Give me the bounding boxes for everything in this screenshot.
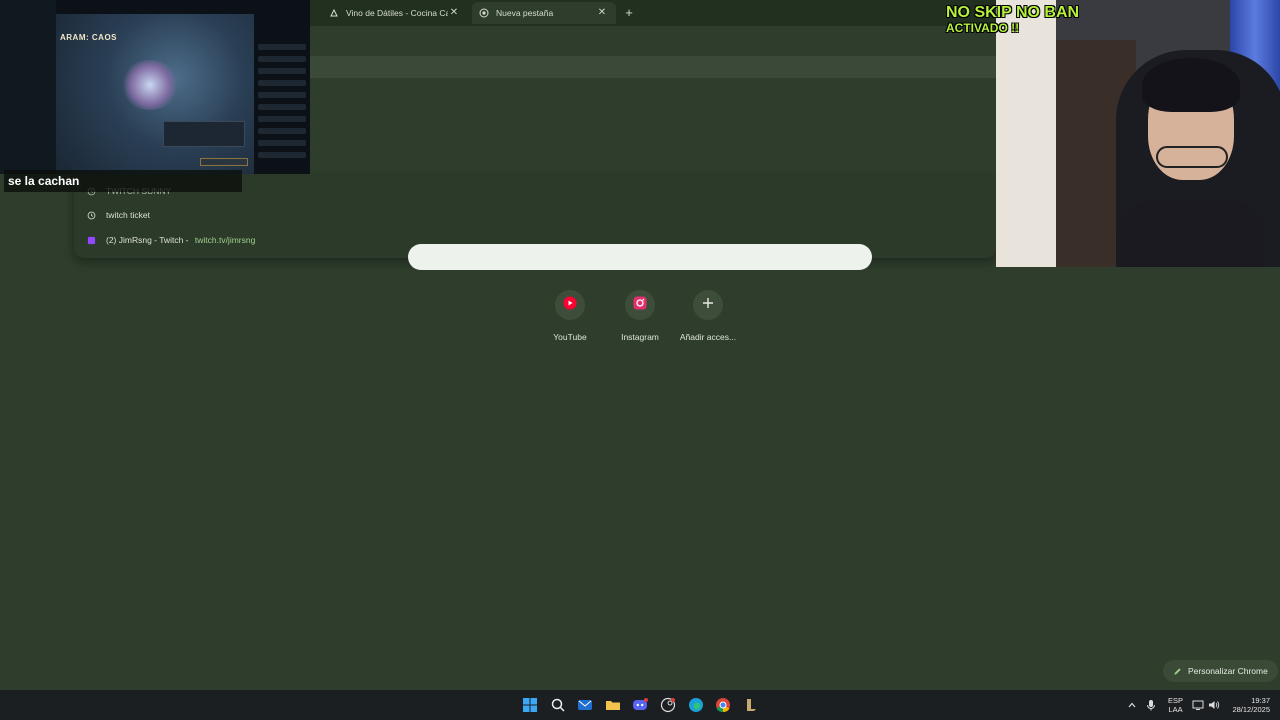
shortcut-tile	[693, 290, 723, 320]
windows-start-icon[interactable]	[520, 695, 540, 715]
suggestion-separator: -	[183, 235, 191, 245]
caption-text: se la cachan	[8, 174, 80, 188]
history-icon	[86, 210, 96, 220]
cam-person-body	[1116, 200, 1266, 267]
suggestion-item[interactable]: twitch ticket	[86, 206, 150, 224]
instagram-icon	[633, 296, 647, 315]
customize-label: Personalizar Chrome	[1188, 666, 1268, 676]
friend-row	[258, 56, 306, 62]
friend-row	[258, 128, 306, 134]
game-overlay: ARAM: CAOS	[0, 0, 310, 174]
twitch-icon	[86, 235, 96, 245]
plus-icon	[702, 296, 714, 314]
champion-sprite	[120, 60, 180, 110]
customize-chrome-button[interactable]: Personalizar Chrome	[1163, 660, 1278, 682]
tab-title: Nueva pestaña	[496, 8, 554, 18]
pencil-icon	[1173, 667, 1182, 676]
friend-row	[258, 80, 306, 86]
edge-icon[interactable]	[686, 695, 706, 715]
suggestion-item[interactable]: (2) JimRsng - Twitch - twitch.tv/jimrsng	[86, 231, 255, 249]
discord-icon[interactable]	[630, 695, 650, 715]
add-shortcut-button[interactable]: Añadir acces...	[673, 290, 743, 342]
cam-person-hair	[1142, 58, 1240, 112]
shortcut-tile	[625, 290, 655, 320]
microphone-icon[interactable]	[1141, 695, 1161, 715]
friend-row	[258, 140, 306, 146]
game-left-panel	[0, 0, 56, 174]
lang-primary: ESP	[1168, 696, 1184, 705]
taskbar: ESP LAA 19:37 28/12/2025	[0, 690, 1280, 720]
newtab-search-box[interactable]	[408, 244, 872, 270]
volume-icon[interactable]	[1204, 695, 1224, 715]
close-icon[interactable]: ✕	[596, 7, 608, 19]
friend-row	[258, 152, 306, 158]
tab-nueva-pestana[interactable]: Nueva pestaña ✕	[472, 2, 616, 24]
shortcut-tile	[555, 290, 585, 320]
shortcut-youtube[interactable]: YouTube	[535, 290, 605, 342]
new-tab-button[interactable]: +	[620, 4, 638, 22]
shortcut-label: YouTube	[553, 332, 587, 342]
stream-banner: NO SKIP NO BAN ACTIVADO !!	[946, 4, 1126, 35]
youtube-icon	[563, 296, 577, 315]
league-client-icon[interactable]	[741, 695, 761, 715]
recipe-icon	[328, 7, 340, 19]
suggestion-text: (2) JimRsng - Twitch	[106, 235, 184, 245]
suggestion-text: twitch ticket	[106, 210, 150, 220]
tab-vino-de-datiles[interactable]: Vino de Dátiles - Cocina Calcula ✕	[322, 2, 468, 24]
suggestion-url: twitch.tv/jimrsng	[194, 235, 256, 245]
shortcut-label: Añadir acces...	[679, 332, 737, 342]
game-friends-panel	[254, 0, 310, 174]
steam-icon[interactable]	[658, 695, 678, 715]
stream-caption: se la cachan	[4, 170, 242, 192]
friend-row	[258, 104, 306, 110]
game-button	[200, 158, 248, 166]
friend-row	[258, 44, 306, 50]
cam-person-glasses	[1156, 146, 1228, 168]
friend-row	[258, 92, 306, 98]
system-clock[interactable]: 19:37 28/12/2025	[1226, 690, 1270, 720]
clock-time: 19:37	[1251, 696, 1270, 705]
shortcut-instagram[interactable]: Instagram	[605, 290, 675, 342]
shortcut-label: Instagram	[621, 332, 659, 342]
close-icon[interactable]: ✕	[448, 7, 460, 19]
chrome-newtab-icon	[478, 7, 490, 19]
banner-line-1: NO SKIP NO BAN	[946, 4, 1080, 21]
lang-secondary: LAA	[1168, 705, 1183, 714]
friend-row	[258, 68, 306, 74]
outlook-icon[interactable]	[575, 695, 595, 715]
file-explorer-icon[interactable]	[603, 695, 623, 715]
webcam-overlay	[996, 0, 1280, 267]
game-popup	[163, 121, 245, 147]
cam-wall	[996, 0, 1056, 267]
banner-line-2: ACTIVADO !!	[946, 21, 1020, 35]
friend-row	[258, 116, 306, 122]
tab-title: Vino de Dátiles - Cocina Calcula	[346, 8, 448, 18]
address-bar[interactable]	[310, 56, 996, 78]
chevron-up-icon[interactable]	[1122, 695, 1142, 715]
language-indicator[interactable]: ESP LAA	[1168, 690, 1183, 720]
chrome-icon[interactable]	[713, 695, 733, 715]
clock-date: 28/12/2025	[1232, 705, 1270, 714]
search-icon[interactable]	[548, 695, 568, 715]
game-mode-title: ARAM: CAOS	[60, 33, 117, 42]
